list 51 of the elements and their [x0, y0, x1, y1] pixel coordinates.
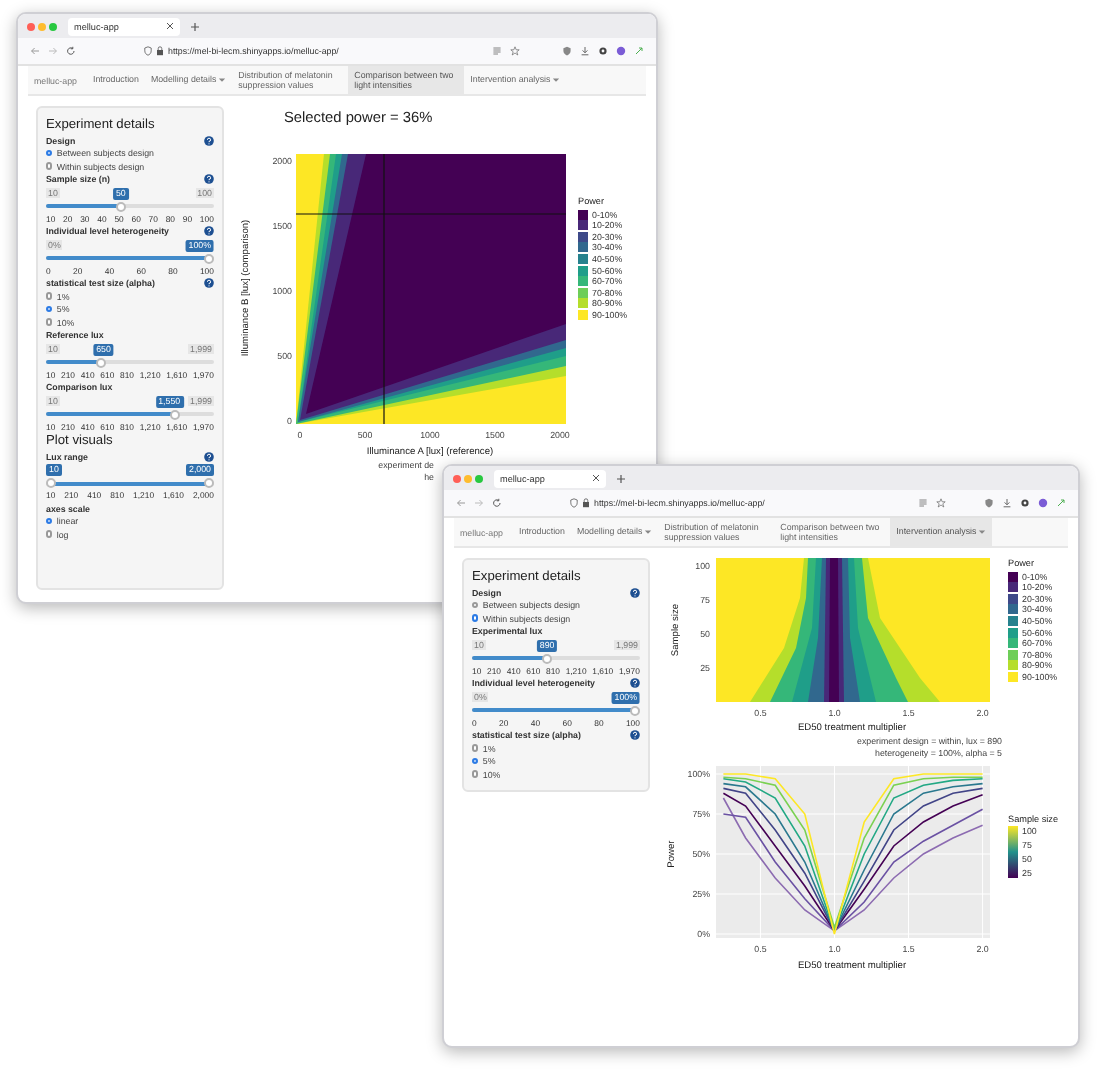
star-icon[interactable] [936, 498, 946, 508]
reload-icon[interactable] [492, 498, 502, 508]
radio-button[interactable] [472, 757, 479, 765]
reload-icon[interactable] [66, 46, 76, 56]
radio-button[interactable] [472, 614, 479, 622]
radio-button[interactable] [46, 318, 53, 326]
download-icon[interactable] [1002, 498, 1012, 508]
shield-icon[interactable] [984, 498, 994, 508]
colorbar [1008, 826, 1018, 878]
window-controls-icon[interactable] [452, 473, 484, 483]
radio-button[interactable] [46, 162, 53, 170]
help-icon[interactable] [630, 587, 640, 597]
slider-handle[interactable] [204, 253, 214, 263]
lock-icon [156, 46, 164, 56]
radio-button[interactable] [472, 601, 479, 609]
radio-button[interactable] [472, 744, 479, 752]
radio-button[interactable] [46, 530, 53, 538]
window-controls-icon[interactable] [26, 21, 58, 31]
help-icon[interactable] [204, 174, 214, 184]
back-icon[interactable] [456, 498, 466, 508]
close-icon[interactable] [166, 22, 174, 30]
star-icon[interactable] [510, 46, 520, 56]
slider-handle[interactable] [96, 357, 107, 367]
help-icon[interactable] [204, 226, 214, 236]
slider-handle[interactable] [541, 653, 552, 663]
shield-icon[interactable] [562, 46, 572, 56]
slider-handle[interactable] [169, 409, 180, 419]
lock-icon [582, 498, 590, 508]
radio-button[interactable] [46, 149, 53, 157]
shield-icon[interactable] [570, 498, 578, 508]
radio-button[interactable] [472, 770, 479, 778]
radio-button[interactable] [46, 305, 53, 313]
slider-handle[interactable] [46, 478, 56, 488]
shield-icon[interactable] [144, 46, 152, 56]
slider-handle[interactable] [204, 478, 214, 488]
plus-icon[interactable] [190, 21, 200, 31]
help-icon[interactable] [630, 730, 640, 740]
radio-button[interactable] [46, 292, 53, 300]
download-icon[interactable] [580, 46, 590, 56]
help-icon[interactable] [630, 678, 640, 688]
back-icon[interactable] [30, 46, 40, 56]
plus-icon[interactable] [616, 473, 626, 483]
account-icon[interactable] [616, 46, 626, 56]
help-icon[interactable] [204, 278, 214, 288]
help-icon[interactable] [204, 135, 214, 145]
close-icon[interactable] [592, 474, 600, 482]
slider-handle[interactable] [630, 705, 640, 715]
radio-button[interactable] [46, 517, 53, 525]
help-icon[interactable] [204, 451, 214, 461]
slider-handle[interactable] [115, 201, 126, 211]
account-icon[interactable] [1038, 498, 1048, 508]
